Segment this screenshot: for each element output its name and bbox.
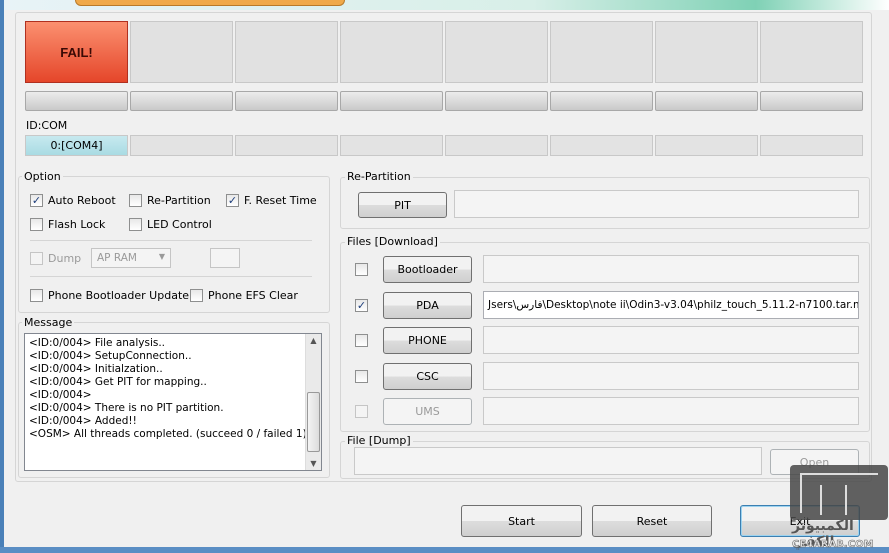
pda-file-field[interactable]: Jsers\فارس\Desktop\note ii\Odin3-v3.04\p… <box>483 290 859 319</box>
checkbox-label: Re-Partition <box>147 194 211 207</box>
slot-com-port <box>130 135 233 156</box>
slot-status <box>760 21 863 83</box>
watermark-logo <box>790 465 888 520</box>
phone-bootloader-update-checkbox[interactable]: Phone Bootloader Update <box>30 289 189 302</box>
checkmark-icon: ✓ <box>226 194 239 207</box>
watermark-site: CE4ARAB.COM <box>792 539 874 551</box>
dump-select[interactable]: AP RAM ▼ <box>91 248 171 268</box>
slot-com-port <box>550 135 653 156</box>
phone-checkbox[interactable] <box>355 334 368 347</box>
message-line: <ID:0/004> File analysis.. <box>29 337 166 349</box>
slot-progress-bar <box>235 91 338 111</box>
message-line: <ID:0/004> <box>29 389 92 401</box>
checkbox-label: Flash Lock <box>48 218 106 231</box>
checkbox-icon <box>30 252 43 265</box>
bootloader-file-field[interactable] <box>483 255 859 283</box>
slot-status <box>235 21 338 83</box>
led-control-checkbox[interactable]: LED Control <box>129 218 212 231</box>
flash-lock-checkbox[interactable]: Flash Lock <box>30 218 105 231</box>
message-title: Message <box>22 316 75 329</box>
dump-file-field[interactable] <box>354 447 762 475</box>
slot-status <box>550 21 653 83</box>
slot-progress-bar <box>655 91 758 111</box>
checkbox-icon <box>129 194 142 207</box>
pda-checkbox[interactable]: ✓ <box>355 298 368 312</box>
slot-status <box>655 21 758 83</box>
window-frame <box>0 0 4 553</box>
phone-button[interactable]: PHONE <box>383 327 472 354</box>
slot-com-port <box>235 135 338 156</box>
slot-progress-bar <box>550 91 653 111</box>
slot-status <box>130 21 233 83</box>
checkbox-label: Dump <box>48 252 82 265</box>
banner-tab <box>75 0 345 6</box>
ums-button[interactable]: UMS <box>383 398 472 425</box>
dump-value-box <box>210 248 240 268</box>
bootloader-checkbox[interactable] <box>355 263 368 276</box>
dump-select-value: AP RAM <box>97 252 137 264</box>
checkbox-label: LED Control <box>147 218 212 231</box>
ums-file-field[interactable] <box>483 397 859 425</box>
message-line: <ID:0/004> SetupConnection.. <box>29 350 192 362</box>
phone-file-field[interactable] <box>483 326 859 354</box>
slot-com-port <box>760 135 863 156</box>
csc-button[interactable]: CSC <box>383 362 472 390</box>
slot-progress-bar <box>25 91 128 111</box>
slot-com-port <box>340 135 443 156</box>
f-reset-time-checkbox[interactable]: ✓ F. Reset Time <box>226 194 317 207</box>
slot-progress-bar <box>760 91 863 111</box>
slot-status: FAIL! <box>25 21 128 83</box>
divider <box>30 240 312 241</box>
slot-status <box>445 21 548 83</box>
scroll-thumb[interactable] <box>307 392 320 452</box>
checkbox-label: Phone EFS Clear <box>208 289 298 302</box>
csc-file-field[interactable] <box>483 361 859 390</box>
message-line: <ID:0/004> Initialzation.. <box>29 363 163 375</box>
message-line: <ID:0/004> Get PIT for mapping.. <box>29 376 207 388</box>
checkbox-label: Auto Reboot <box>48 194 116 207</box>
repartition-title: Re-Partition <box>345 170 413 183</box>
pda-button[interactable]: PDA <box>383 291 472 319</box>
re-partition-checkbox[interactable]: Re-Partition <box>129 194 211 207</box>
chevron-down-icon: ▼ <box>158 252 165 261</box>
window-bottom-frame <box>0 547 889 553</box>
slot-com-port <box>445 135 548 156</box>
checkmark-icon: ✓ <box>30 194 43 207</box>
slot-com-port: 0:[COM4] <box>25 135 128 156</box>
file-dump-title: File [Dump] <box>345 434 413 447</box>
checkbox-icon <box>129 218 142 231</box>
slot-progress-bar <box>340 91 443 111</box>
auto-reboot-checkbox[interactable]: ✓ Auto Reboot <box>30 194 116 207</box>
divider <box>30 276 312 277</box>
checkbox-label: F. Reset Time <box>244 194 317 207</box>
bootloader-button[interactable]: Bootloader <box>383 256 472 283</box>
slot-progress-bar <box>130 91 233 111</box>
pit-field[interactable] <box>454 190 859 218</box>
slot-progress-bar <box>445 91 548 111</box>
message-scrollbar[interactable]: ▲ ▼ <box>305 334 321 470</box>
checkbox-label: Phone Bootloader Update <box>48 289 190 302</box>
checkbox-icon <box>30 289 43 302</box>
csc-checkbox[interactable] <box>355 369 368 383</box>
reset-button[interactable]: Reset <box>592 505 712 537</box>
slot-com-port <box>655 135 758 156</box>
ums-checkbox[interactable] <box>355 405 368 418</box>
checkbox-icon <box>30 218 43 231</box>
start-button[interactable]: Start <box>461 505 582 537</box>
phone-efs-clear-checkbox[interactable]: Phone EFS Clear <box>190 289 298 302</box>
slot-status <box>340 21 443 83</box>
option-title: Option <box>22 170 63 183</box>
files-title: Files [Download] <box>345 235 440 248</box>
scroll-down-icon[interactable]: ▼ <box>306 459 321 468</box>
message-line: <ID:0/004> There is no PIT partition. <box>29 402 224 414</box>
message-line: <ID:0/004> Added!! <box>29 415 137 427</box>
checkbox-icon <box>190 289 203 302</box>
id-com-label: ID:COM <box>26 119 68 132</box>
dump-checkbox[interactable]: Dump <box>30 252 81 265</box>
message-log[interactable]: <ID:0/004> File analysis.. <ID:0/004> Set… <box>24 333 322 471</box>
message-line: <OSM> All threads completed. (succeed 0 … <box>29 428 307 440</box>
scroll-up-icon[interactable]: ▲ <box>306 336 321 345</box>
pit-button[interactable]: PIT <box>358 192 447 218</box>
